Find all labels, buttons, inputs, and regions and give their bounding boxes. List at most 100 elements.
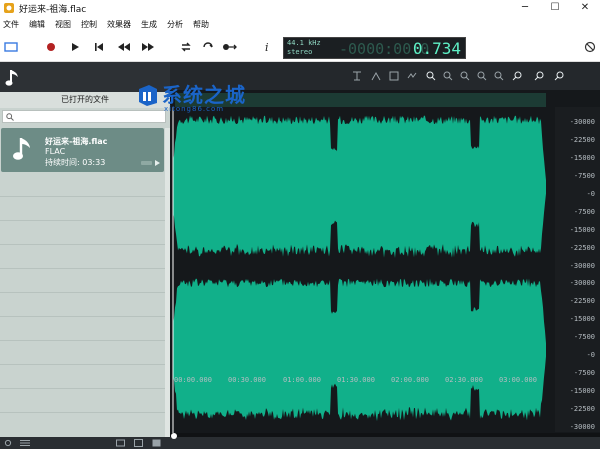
fast-forward-icon[interactable] [141,40,155,54]
list-divider [0,220,170,221]
watermark-text: 系统之城 [162,83,246,107]
waveform-channel [173,278,546,422]
amplitude-label: -30000 [569,118,595,126]
list-divider [0,268,170,269]
menu-control[interactable]: 控制 [81,19,97,30]
follow-cursor-icon[interactable] [222,40,238,54]
file-duration: 持续时间: 03:33 [45,158,106,167]
toggle-panel-icon[interactable] [4,40,18,54]
amplitude-label: -22500 [569,136,595,144]
channel-mode: stereo [287,48,313,56]
menu-help[interactable]: 帮助 [193,19,209,30]
watermark-url: xitong86.com [164,105,225,113]
amplitude-label: -0 [586,351,595,359]
file-list-item[interactable]: 好运来-祖海.flac FLAC 持续时间: 03:33 [1,128,164,172]
amplitude-label: -22500 [569,297,595,305]
silence-icon[interactable] [389,71,399,81]
list-divider [0,196,170,197]
zoom-full-icon[interactable] [494,71,504,81]
title-bar: 好运来-祖海.flac ─ ☐ ✕ [0,0,600,16]
svg-text:i: i [265,41,269,54]
amplitude-label: -7500 [573,208,595,216]
amplitude-label: -30000 [569,262,595,270]
info-icon[interactable]: i [263,40,271,54]
trim-icon[interactable] [352,71,362,81]
list-divider [0,364,170,365]
search-icon [6,113,14,121]
menu-edit[interactable]: 编辑 [29,19,45,30]
zoom-out-icon[interactable] [443,71,453,81]
status-bar [0,437,600,449]
loop-icon[interactable] [179,40,193,54]
rewind-icon[interactable] [117,40,131,54]
amplitude-label: -15000 [569,387,595,395]
zoom-selection-icon[interactable] [460,71,470,81]
zoom-in-icon[interactable] [426,71,436,81]
repeat-icon[interactable] [201,40,215,54]
amplitude-label: -15000 [569,154,595,162]
time-label: 02:30.000 [445,376,483,384]
list-divider [0,388,170,389]
mute-icon[interactable] [584,40,596,54]
time-display: 44.1 kHz stereo -0000:00:0 0.734 [283,37,466,59]
list-divider [0,244,170,245]
vertical-zoom-in-icon[interactable] [512,71,522,81]
file-title: 好运来-祖海.flac [45,137,108,146]
time-label: 01:30.000 [337,376,375,384]
menu-analyze[interactable]: 分析 [167,19,183,30]
amplitude-label: -0 [586,190,595,198]
amplitude-label: -22500 [569,244,595,252]
current-time: 0.734 [412,39,461,58]
waveform-canvas[interactable] [170,107,555,433]
time-label: 00:30.000 [228,376,266,384]
menu-file[interactable]: 文件 [3,19,19,30]
grid-icon[interactable] [152,439,161,447]
menu-view[interactable]: 视图 [55,19,71,30]
vertical-zoom-fit-icon[interactable] [554,71,564,81]
list-view-icon[interactable] [20,440,30,446]
amplitude-label: -30000 [569,423,595,431]
mail-icon[interactable] [116,439,125,447]
menu-generate[interactable]: 生成 [141,19,157,30]
skip-start-icon[interactable] [93,40,105,54]
time-label: 02:00.000 [391,376,429,384]
watermark: 系统之城 xitong86.com [131,78,265,120]
amplitude-label: -7500 [573,369,595,377]
amplitude-label: -15000 [569,226,595,234]
time-label: 01:00.000 [283,376,321,384]
amplitude-label: -7500 [573,333,595,341]
app-icon [4,3,14,13]
mini-play-icon[interactable] [140,159,162,167]
amplitude-label: -22500 [569,405,595,413]
list-divider [0,340,170,341]
sample-rate: 44.1 kHz [287,39,321,47]
maximize-button[interactable]: ☐ [540,0,570,14]
normalize-icon[interactable] [407,71,417,81]
amplitude-label: -30000 [569,279,595,287]
time-label: 03:00.000 [499,376,537,384]
time-label: 00:00.000 [174,376,212,384]
image-icon[interactable] [134,439,143,447]
waveform-channel [173,115,546,258]
playhead-marker-icon[interactable] [170,432,178,440]
play-icon[interactable] [69,40,81,54]
zoom-fit-icon[interactable] [477,71,487,81]
list-divider [0,316,170,317]
watermark-logo-icon [139,85,157,106]
list-divider [0,292,170,293]
audio-format-info: 44.1 kHz stereo [287,39,321,57]
amplitude-ruler: -30000 -22500 -15000 -7500 -0 -7500 -150… [555,107,600,432]
window-title: 好运来-祖海.flac [19,4,87,15]
time-ruler [170,433,600,437]
vertical-zoom-out-icon[interactable] [534,71,544,81]
list-divider [0,412,170,413]
minimize-button[interactable]: ─ [510,0,540,14]
amplitude-label: -7500 [573,172,595,180]
record-icon[interactable] [45,40,57,54]
fade-icon[interactable] [371,71,381,81]
settings-icon[interactable] [4,439,12,447]
amplitude-label: -15000 [569,315,595,323]
close-button[interactable]: ✕ [570,0,600,14]
music-note-icon [13,138,30,160]
menu-effects[interactable]: 效果器 [107,19,131,30]
